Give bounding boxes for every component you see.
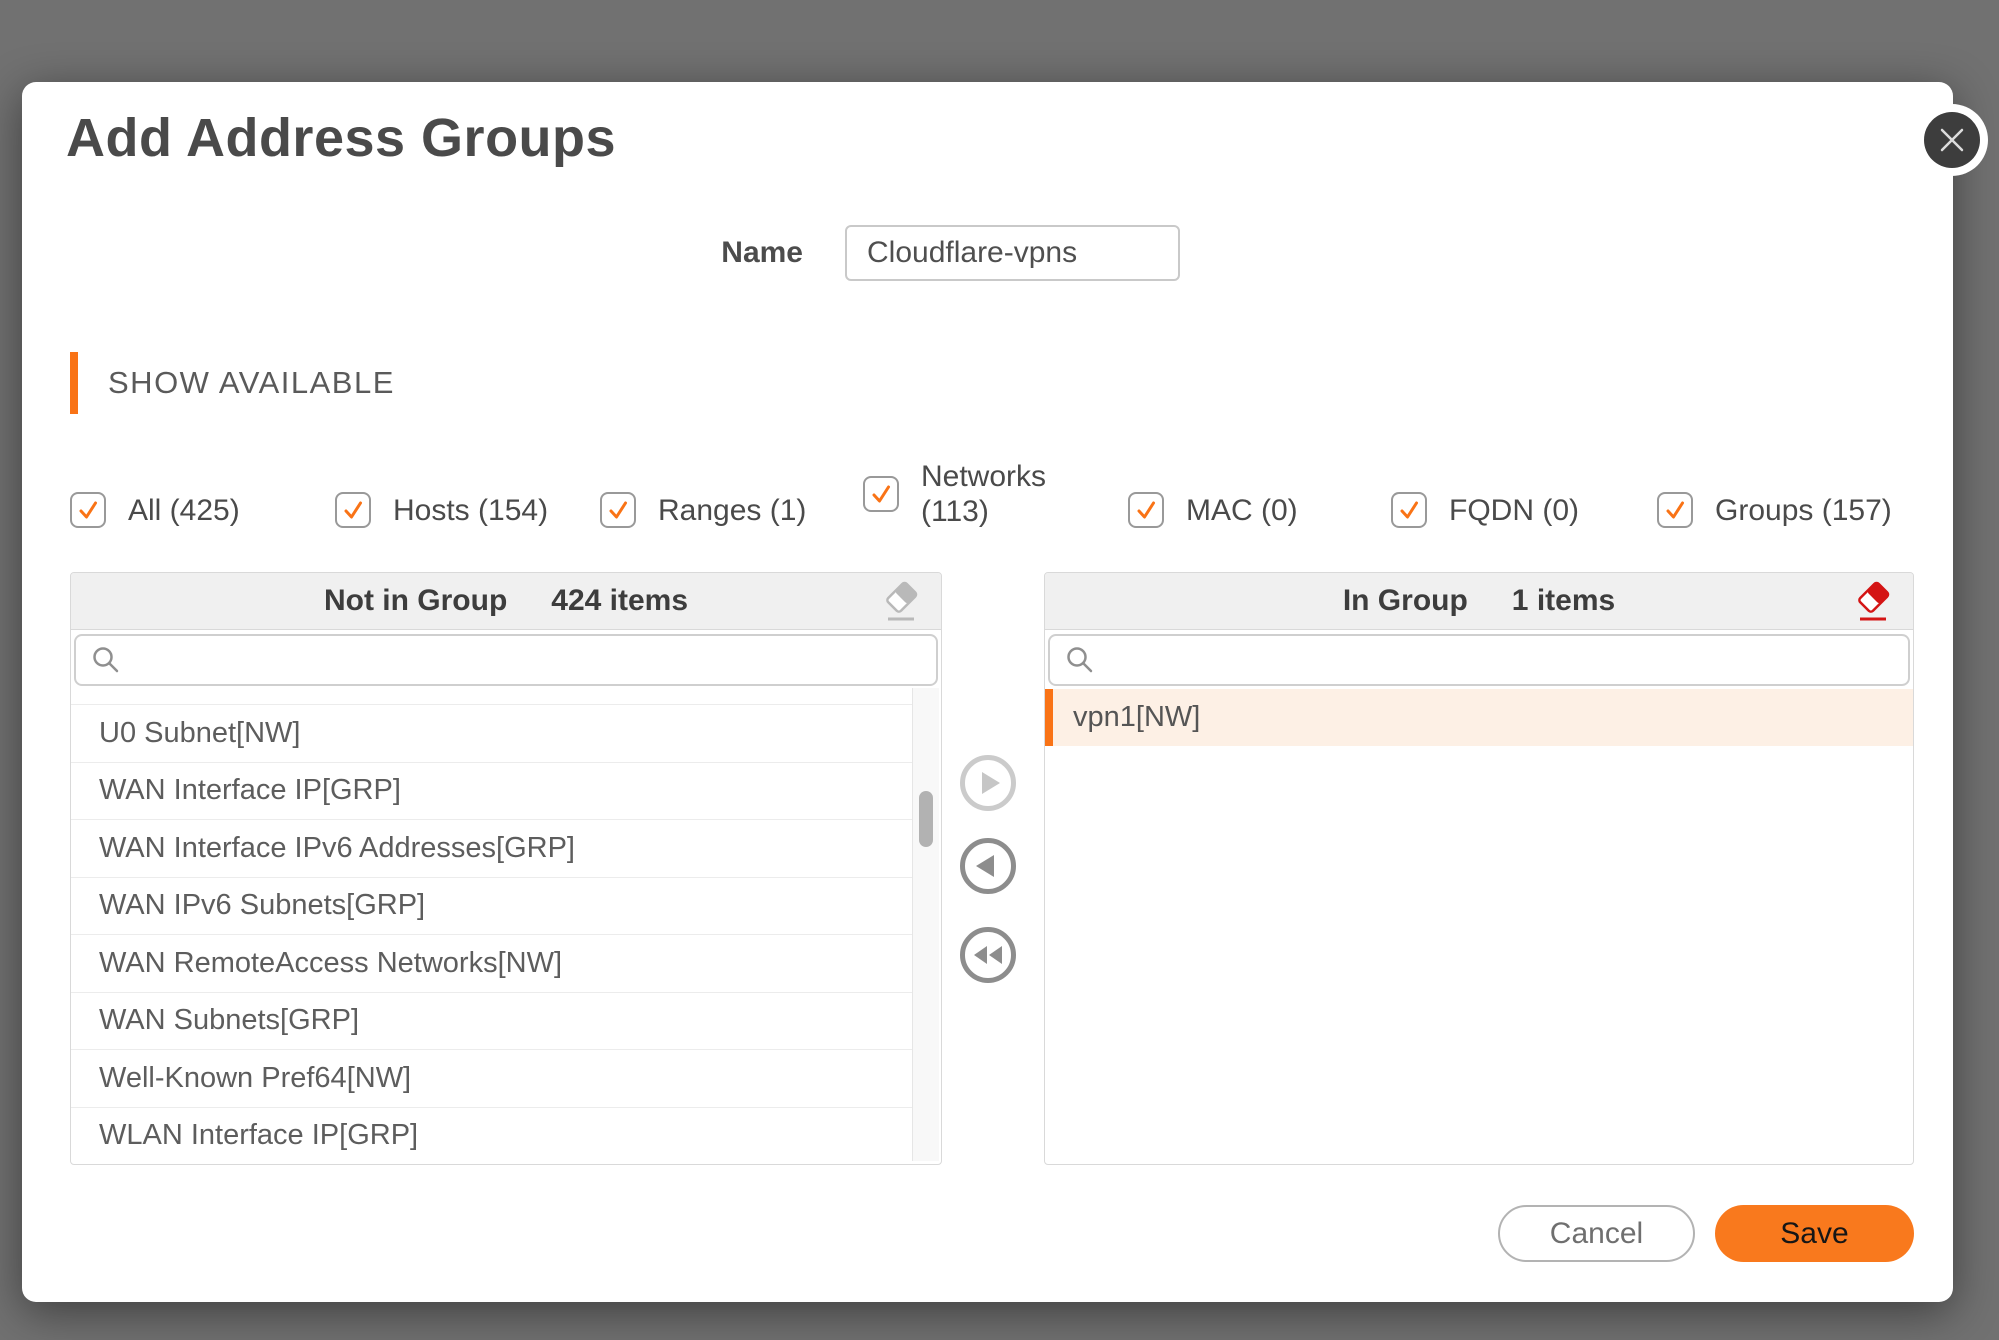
section-accent-bar [70,352,78,414]
search-input[interactable] [1108,643,1894,678]
panel-title: In Group [1343,584,1468,618]
screen-background: { "colors": { "accent_orange": "#f97316"… [0,0,1999,1340]
filter-ranges[interactable]: Ranges (1) [600,492,806,528]
list-item[interactable]: WAN Interface IP[GRP] [71,762,913,820]
list-item[interactable]: WLAN Interface IP[GRP] [71,1107,913,1163]
filter-label: Hosts (154) [393,493,548,528]
filter-all[interactable]: All (425) [70,492,240,528]
page-title: Add Address Groups [66,106,616,170]
search-input[interactable] [134,643,922,678]
filter-label: Networks (113) [921,459,1056,529]
checkmark-icon [1396,497,1422,523]
checkmark-icon [340,497,366,523]
save-button[interactable]: Save [1715,1205,1914,1262]
filter-groups[interactable]: Groups (157) [1657,492,1892,528]
list-item-selected[interactable]: vpn1[NW] [1045,689,1913,746]
filter-hosts[interactable]: Hosts (154) [335,492,548,528]
checkbox-groups[interactable] [1657,492,1693,528]
list-item[interactable]: WAN Interface IPv6 Addresses[GRP] [71,819,913,877]
arrow-right-icon [965,760,1011,806]
not-in-group-header: Not in Group 424 items [71,573,941,630]
filter-label: MAC (0) [1186,493,1298,528]
checkmark-icon [868,481,894,507]
list-item[interactable]: U0 Subnet[NW] [71,704,913,762]
list-item[interactable]: WAN Subnets[GRP] [71,992,913,1050]
in-group-panel: In Group 1 items vpn1[NW] [1044,572,1914,1165]
search-icon [1064,644,1096,676]
move-right-button[interactable] [960,755,1016,811]
add-address-groups-dialog: Add Address Groups Name SHOW AVAILABLE A… [22,82,1953,1302]
filter-mac[interactable]: MAC (0) [1128,492,1298,528]
move-left-button[interactable] [960,838,1016,894]
in-group-list: vpn1[NW] [1045,689,1913,1162]
in-group-header: In Group 1 items [1045,573,1913,630]
double-arrow-left-icon [965,932,1011,978]
eraser-icon[interactable] [1853,579,1893,623]
not-in-group-list: U0 Subnet[NW] WAN Interface IP[GRP] WAN … [71,704,913,1162]
checkmark-icon [1133,497,1159,523]
checkmark-icon [605,497,631,523]
close-button[interactable] [1916,104,1988,176]
checkbox-hosts[interactable] [335,492,371,528]
close-icon [1924,112,1980,168]
show-available-section: SHOW AVAILABLE [70,352,395,414]
checkbox-all[interactable] [70,492,106,528]
not-in-group-search [74,634,938,686]
panel-title: Not in Group [324,584,507,618]
name-label: Name [622,225,803,281]
scrollbar-thumb[interactable] [919,791,933,847]
move-all-left-button[interactable] [960,927,1016,983]
filter-networks[interactable]: Networks (113) [863,459,1056,529]
eraser-icon[interactable] [881,579,921,623]
name-input[interactable] [845,225,1180,281]
arrow-left-icon [965,843,1011,889]
not-in-group-panel: Not in Group 424 items U0 Subnet[NW] WAN… [70,572,942,1165]
checkbox-mac[interactable] [1128,492,1164,528]
scrollbar[interactable] [912,688,939,1161]
filter-label: Groups (157) [1715,493,1892,528]
filter-label: All (425) [128,493,240,528]
list-item[interactable]: WAN RemoteAccess Networks[NW] [71,934,913,992]
list-item[interactable]: Well-Known Pref64[NW] [71,1049,913,1107]
checkbox-ranges[interactable] [600,492,636,528]
filter-label: FQDN (0) [1449,493,1579,528]
checkbox-networks[interactable] [863,476,899,512]
panel-item-count: 424 items [551,584,688,618]
search-icon [90,644,122,676]
cancel-button[interactable]: Cancel [1498,1205,1695,1262]
filter-fqdn[interactable]: FQDN (0) [1391,492,1579,528]
checkmark-icon [75,497,101,523]
list-item[interactable]: WAN IPv6 Subnets[GRP] [71,877,913,935]
filter-label: Ranges (1) [658,493,806,528]
in-group-search [1048,634,1910,686]
checkmark-icon [1662,497,1688,523]
section-label: SHOW AVAILABLE [108,365,395,401]
checkbox-fqdn[interactable] [1391,492,1427,528]
panel-item-count: 1 items [1512,584,1615,618]
